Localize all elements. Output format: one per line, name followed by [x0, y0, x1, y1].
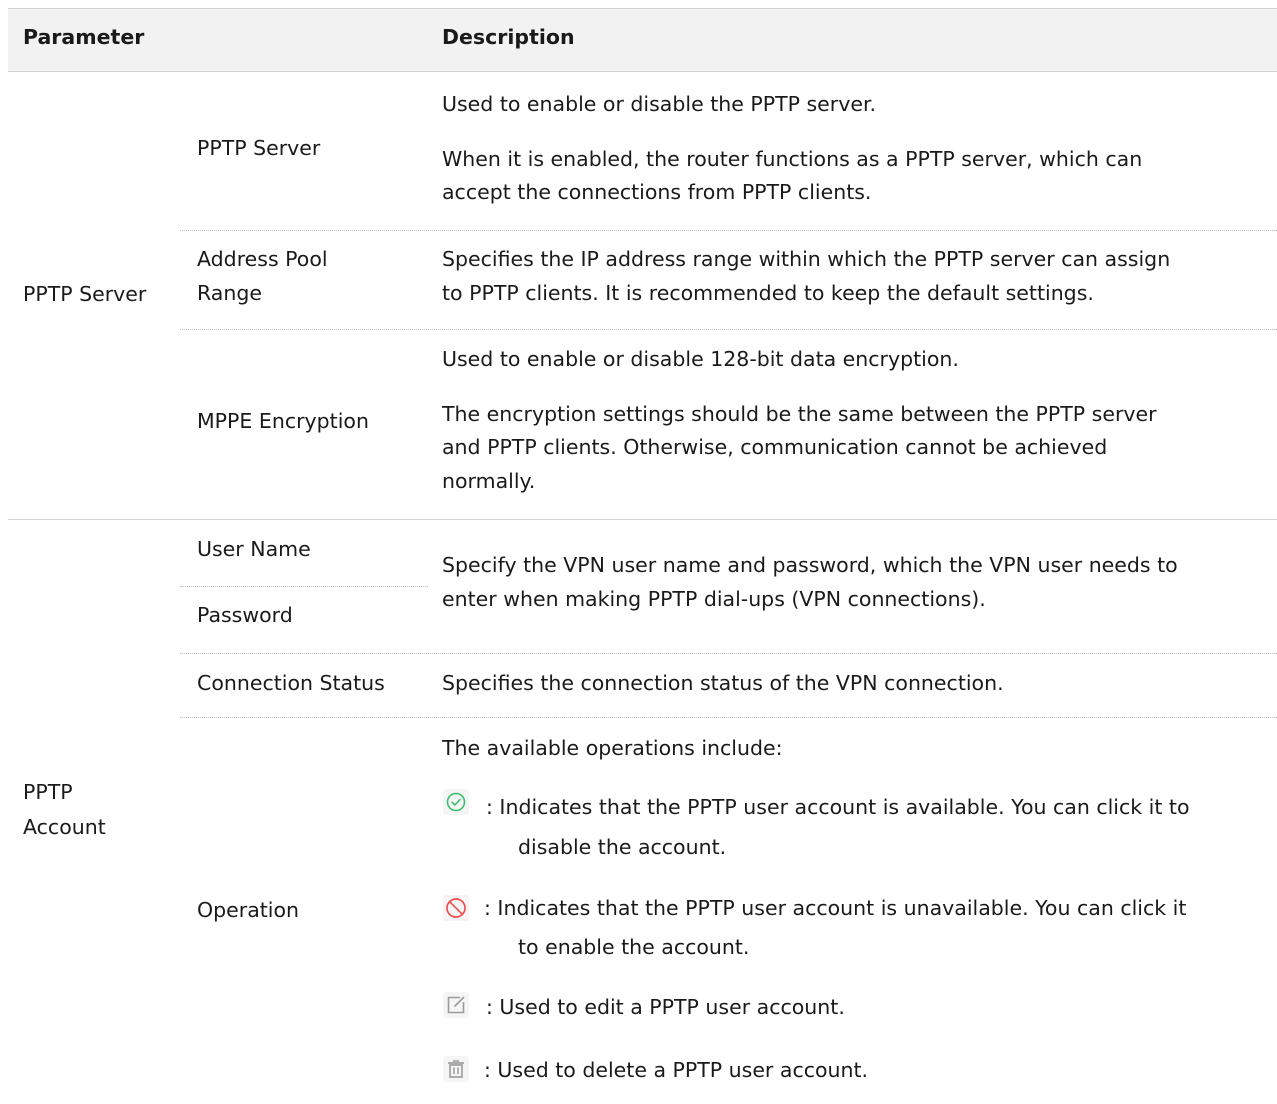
desc-address-pool-1: Specifies the IP address range within wh… — [442, 247, 1171, 271]
desc-mppe-2a: The encryption settings should be the sa… — [442, 402, 1157, 426]
param-connection-status: Connection Status — [197, 671, 385, 695]
desc-credentials-2: enter when making PPTP dial-ups (VPN con… — [442, 587, 986, 611]
divider — [180, 717, 1277, 718]
desc-mppe-2b: and PPTP clients. Otherwise, communicati… — [442, 435, 1108, 459]
desc-mppe-2c: normally. — [442, 469, 536, 493]
desc-disabled-2: to enable the account. — [518, 935, 750, 959]
desc-disabled-1: : Indicates that the PPTP user account i… — [484, 896, 1187, 920]
param-pptp-server: PPTP Server — [197, 136, 321, 160]
desc-connection-status: Specifies the connection status of the V… — [442, 671, 1004, 695]
divider — [180, 586, 428, 587]
header-description: Description — [442, 25, 575, 49]
desc-pptp-server-2b: accept the connections from PPTP clients… — [442, 180, 872, 204]
divider — [8, 71, 1277, 72]
desc-edit: : Used to edit a PPTP user account. — [486, 995, 845, 1019]
desc-pptp-server-1: Used to enable or disable the PPTP serve… — [442, 92, 877, 116]
header-parameter: Parameter — [23, 25, 145, 49]
desc-delete: : Used to delete a PPTP user account. — [484, 1058, 869, 1082]
desc-enabled-2: disable the account. — [518, 835, 727, 859]
param-address-pool-1: Address Pool — [197, 247, 328, 271]
divider — [180, 230, 1277, 231]
edit-icon — [443, 992, 469, 1018]
parameter-table: Parameter Description PPTP Server PPTP S… — [0, 0, 1277, 1104]
desc-credentials-1: Specify the VPN user name and password, … — [442, 553, 1178, 577]
check-circle-icon — [443, 789, 469, 815]
param-password: Password — [197, 603, 293, 627]
divider — [8, 8, 1277, 9]
group-pptp-account-1: PPTP — [23, 780, 73, 804]
desc-operation-intro: The available operations include: — [442, 736, 783, 760]
divider — [180, 653, 1277, 654]
desc-pptp-server-2a: When it is enabled, the router functions… — [442, 147, 1143, 171]
param-mppe: MPPE Encryption — [197, 409, 369, 433]
param-address-pool-2: Range — [197, 281, 262, 305]
divider — [180, 329, 1277, 330]
table-header — [8, 8, 1277, 71]
param-user-name: User Name — [197, 537, 311, 561]
trash-icon — [443, 1056, 469, 1082]
desc-mppe-1: Used to enable or disable 128-bit data e… — [442, 347, 959, 371]
param-operation: Operation — [197, 898, 300, 922]
divider — [8, 519, 1277, 520]
group-pptp-server: PPTP Server — [23, 282, 147, 306]
desc-enabled-1: : Indicates that the PPTP user account i… — [486, 795, 1190, 819]
prohibited-icon — [443, 895, 469, 921]
group-pptp-account-2: Account — [23, 815, 106, 839]
desc-address-pool-2: to PPTP clients. It is recommended to ke… — [442, 281, 1094, 305]
